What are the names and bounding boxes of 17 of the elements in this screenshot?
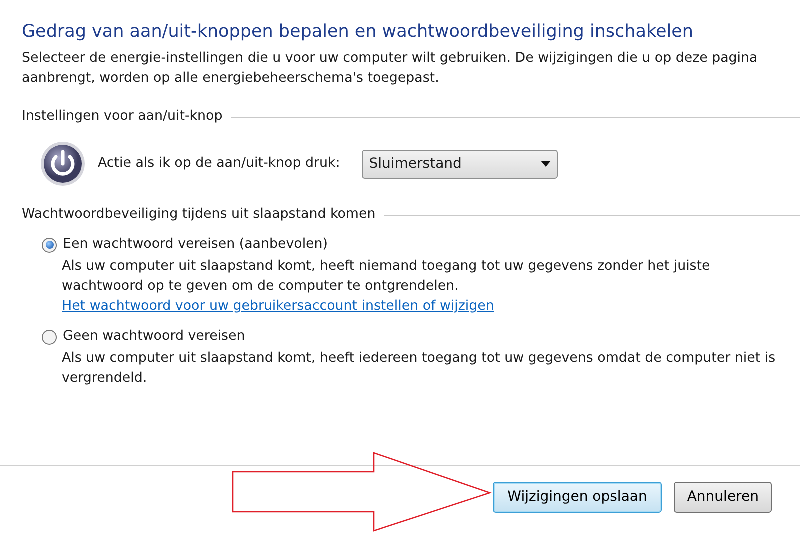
radio-button[interactable]: [42, 238, 57, 253]
page-title: Gedrag van aan/uit-knoppen bepalen en wachtwoordbeveiliging inschakelen: [21, 21, 694, 43]
option-description: Als uw computer uit slaapstand komt, heeft iedereen toegang tot uw gegevens omdat de computer niet is vergrendeld.: [62, 350, 777, 388]
cancel-button[interactable]: Annuleren: [674, 482, 772, 513]
radio-button[interactable]: [42, 330, 57, 345]
option-description: Als uw computer uit slaapstand komt, heeft niemand toegang tot uw gegevens zonder het juiste wachtwoord op te geven om de computer te ontgrendelen. Het wachtwoord voor uw gebruikersaccount instellen of wijzigen: [62, 258, 712, 316]
intro-text: Selecteer de energie-instellingen die u voor uw computer wilt gebruiken. De wijzigingen die u op deze pagina aanbrengt, worden op alle energiebeheerschema's toegepast.: [21, 50, 759, 88]
save-button[interactable]: Wijzigingen opslaan: [492, 482, 662, 513]
action-label: Actie als ik op de aan/uit-knop druk:: [98, 155, 340, 174]
section-heading: Wachtwoordbeveiliging tijdens uit slaapstand komen: [22, 206, 376, 224]
account-password-link[interactable]: Het wachtwoord voor uw gebruikersaccount instellen of wijzigen: [62, 299, 494, 314]
caret-icon: [541, 161, 552, 168]
sleep-dropdown[interactable]: Sluimerstand: [362, 150, 558, 179]
section-heading: Instellingen voor aan/uit-knop: [22, 108, 223, 126]
option-label[interactable]: Geen wachtwoord vereisen: [63, 327, 246, 348]
option-label[interactable]: Een wachtwoord vereisen (aanbevolen): [63, 235, 328, 256]
power-icon: [40, 141, 86, 188]
